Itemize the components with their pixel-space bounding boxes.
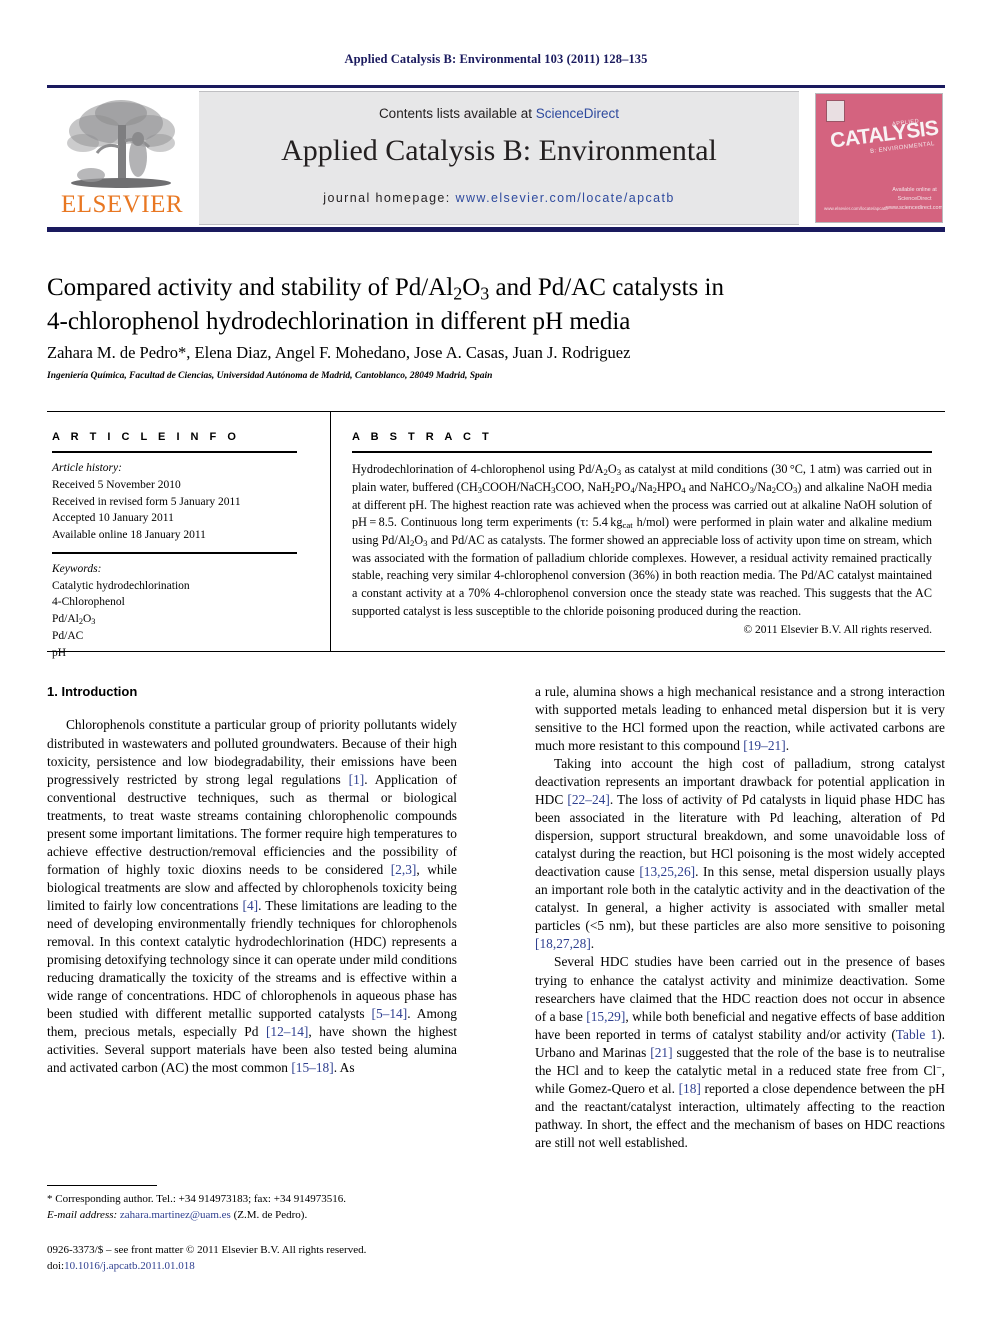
keyword-item: Catalytic hydrodechlorination: [52, 579, 190, 592]
abstract-text: Hydrodechlorination of 4-chlorophenol us…: [352, 462, 932, 618]
keyword-item: pH: [52, 647, 67, 660]
paragraph-intro-4: Several HDC studies have been carried ou…: [535, 954, 946, 1150]
article-info-block: A R T I C L E I N F O Article history: R…: [52, 431, 314, 662]
elsevier-logo: ELSEVIER: [47, 91, 195, 223]
title-part-2: O: [462, 274, 481, 301]
citation-ref[interactable]: [22–24]: [567, 792, 609, 807]
paragraph-intro-3: Taking into account the high cost of pal…: [535, 756, 945, 952]
body-column-right: a rule, alumina shows a high mechanical …: [535, 683, 945, 1152]
elsevier-tree-icon: [67, 100, 175, 188]
citation-ref[interactable]: [5–14]: [372, 1006, 408, 1021]
citation-ref[interactable]: [21]: [650, 1045, 672, 1060]
info-column-divider: [330, 412, 331, 651]
homepage-label: journal homepage:: [323, 191, 456, 205]
article-history: Article history: Received 5 November 201…: [52, 460, 314, 544]
footnote-rule: [47, 1185, 157, 1186]
doi-label: doi:: [47, 1259, 65, 1272]
citation-ref[interactable]: [15,29]: [586, 1009, 625, 1024]
title-part-1: Compared activity and stability of Pd/Al: [47, 274, 454, 301]
abstract-copyright: © 2011 Elsevier B.V. All rights reserved…: [743, 624, 932, 637]
journal-homepage-line: journal homepage: www.elsevier.com/locat…: [199, 191, 799, 205]
citation-ref[interactable]: [1]: [349, 772, 365, 787]
page-title: Compared activity and stability of Pd/Al…: [47, 272, 897, 338]
paragraph-intro-2: a rule, alumina shows a high mechanical …: [535, 684, 945, 754]
title-line-2: 4-chlorophenol hydrodechlorination in di…: [47, 307, 631, 335]
cover-elsevier-mark-icon: [826, 100, 845, 122]
title-sub-2: 3: [480, 283, 490, 304]
masthead-bottom-rule: [47, 227, 945, 232]
keyword-item: Pd/Al2O3: [52, 613, 96, 627]
history-item: Accepted 10 January 2011: [52, 512, 174, 525]
section-title-introduction: 1. Introduction: [47, 684, 138, 699]
keywords-block: Keywords: Catalytic hydrodechlorination …: [52, 561, 314, 662]
author-list: Zahara M. de Pedro*, Elena Diaz, Angel F…: [47, 343, 631, 362]
journal-title: Applied Catalysis B: Environmental: [281, 134, 717, 167]
homepage-link[interactable]: www.elsevier.com/locate/apcatb: [456, 191, 675, 205]
affiliation: Ingeniería Química, Facultad de Ciencias…: [47, 371, 493, 381]
journal-cover-image: APPLIED CATALYSIS B: ENVIRONMENTAL Avail…: [815, 93, 943, 223]
article-history-label: Article history:: [52, 462, 122, 474]
citation-ref[interactable]: [2,3]: [391, 862, 417, 877]
citation-ref[interactable]: [13,25,26]: [639, 864, 695, 879]
corresponding-author-note: * Corresponding author. Tel.: +34 914973…: [47, 1193, 346, 1205]
table-link[interactable]: Table 1: [896, 1027, 937, 1042]
email-link[interactable]: zahara.martinez@uam.es: [120, 1209, 231, 1221]
citation-ref[interactable]: [12–14]: [266, 1024, 308, 1039]
cover-sciencedirect-block: Available online at ScienceDirect www.sc…: [886, 187, 943, 211]
issn-copyright-line: 0926-3373/$ – see front matter © 2011 El…: [47, 1244, 367, 1256]
email-line: E-mail address: zahara.martinez@uam.es (…: [47, 1208, 467, 1224]
contents-prefix: Contents lists available at: [378, 106, 536, 121]
masthead-center-band: Contents lists available at ScienceDirec…: [199, 91, 799, 225]
abstract-heading: A B S T R A C T: [352, 431, 493, 443]
doi-link[interactable]: 10.1016/j.apcatb.2011.01.018: [64, 1260, 195, 1272]
paragraph-intro-1: Chlorophenols constitute a particular gr…: [47, 717, 458, 1076]
keywords-rule: [52, 551, 297, 554]
email-suffix: (Z.M. de Pedro).: [230, 1208, 308, 1221]
elsevier-wordmark: ELSEVIER: [60, 191, 184, 218]
paper-page: Applied Catalysis B: Environmental 103 (…: [0, 0, 992, 1323]
citation-ref[interactable]: [18]: [679, 1081, 701, 1096]
info-top-rule: [47, 411, 945, 412]
history-item: Available online 18 January 2011: [52, 529, 206, 542]
imprint-block: 0926-3373/$ – see front matter © 2011 El…: [47, 1243, 507, 1275]
history-item: Received in revised form 5 January 2011: [52, 495, 241, 508]
citation-ref[interactable]: [4]: [243, 898, 259, 913]
citation-ref[interactable]: [19–21]: [743, 738, 785, 753]
history-item: Received 5 November 2010: [52, 478, 181, 491]
keyword-item: 4-Chlorophenol: [52, 596, 125, 609]
abstract-block: A B S T R A C T Hydrodechlorination of 4…: [352, 431, 932, 636]
journal-masthead: ELSEVIER Contents lists available at Sci…: [47, 85, 945, 233]
body-column-left: 1. Introduction Chlorophenols constitute…: [47, 683, 457, 1077]
doi-line: doi:10.1016/j.apcatb.2011.01.018: [47, 1259, 507, 1275]
keywords-label: Keywords:: [52, 562, 102, 575]
article-info-heading: A R T I C L E I N F O: [52, 431, 240, 443]
abstract-rule: [352, 451, 932, 453]
footnote-block: * Corresponding author. Tel.: +34 914973…: [47, 1192, 467, 1223]
sciencedirect-link[interactable]: ScienceDirect: [536, 106, 619, 121]
citation-ref[interactable]: [15–18]: [291, 1060, 333, 1075]
running-head: Applied Catalysis B: Environmental 103 (…: [344, 52, 648, 66]
title-sub-1: 2: [453, 283, 463, 304]
title-part-3: and Pd/AC catalysts in: [489, 274, 724, 301]
journal-cover-thumbnail: APPLIED CATALYSIS B: ENVIRONMENTAL Avail…: [811, 91, 945, 223]
contents-available-line: Contents lists available at ScienceDirec…: [199, 106, 799, 121]
article-info-rule: [52, 451, 297, 453]
masthead-top-rule: [47, 85, 945, 88]
email-label: E-mail address:: [47, 1208, 120, 1221]
cover-footer-url: www.elsevier.com/locate/apcatb: [824, 206, 888, 211]
citation-ref[interactable]: [18,27,28]: [535, 936, 591, 951]
keyword-item: Pd/AC: [52, 630, 84, 643]
